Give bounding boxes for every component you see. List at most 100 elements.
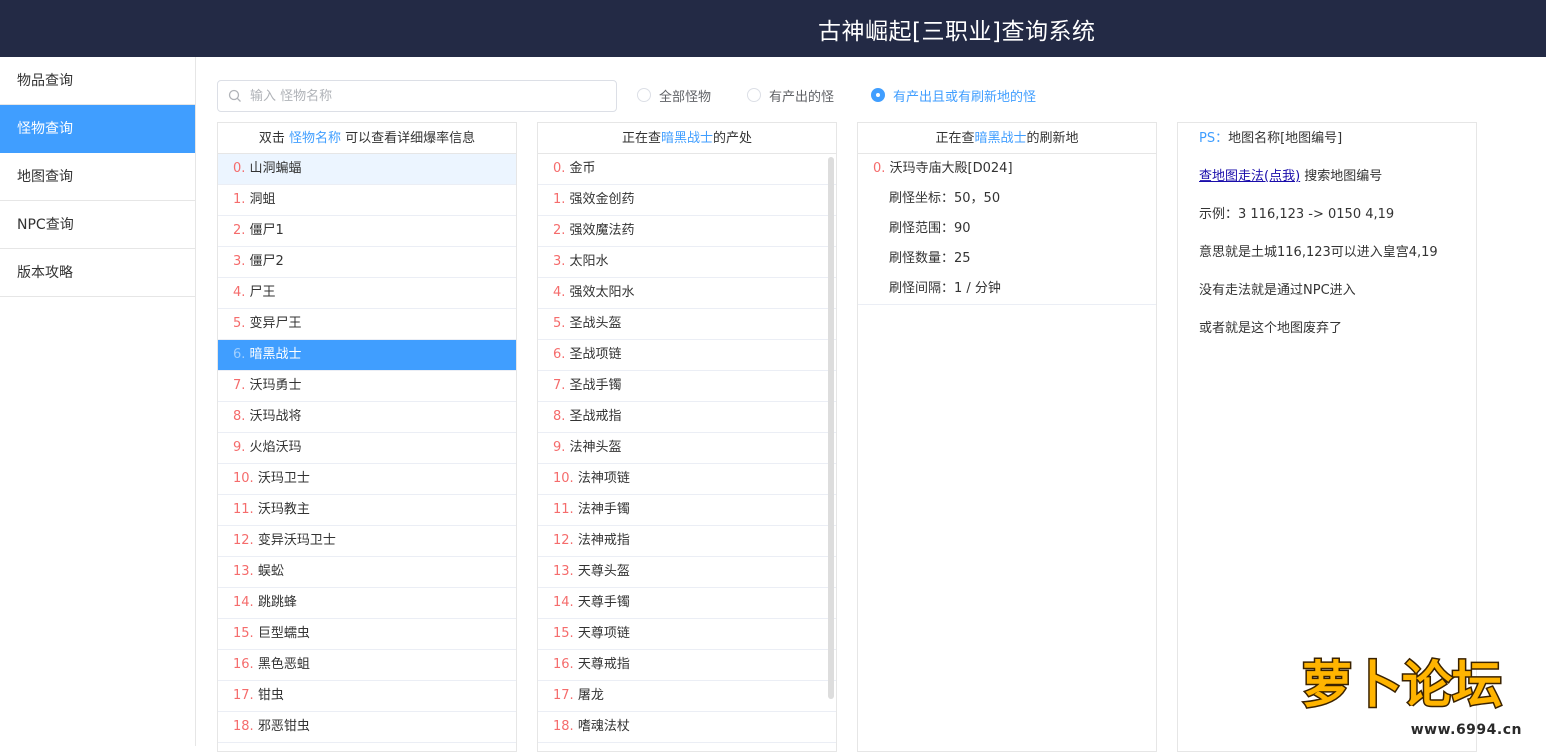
drop-item-row[interactable]: 9. 法神头盔 (538, 433, 836, 464)
row-label: 黑色恶蛆 (258, 657, 310, 672)
drop-item-row[interactable]: 0. 金币 (538, 154, 836, 185)
sidebar-item-items[interactable]: 物品查询 (0, 57, 195, 105)
row-index: 8. (233, 409, 250, 424)
monster-row[interactable]: 3. 僵尸2 (218, 247, 516, 278)
radio-icon (637, 88, 651, 102)
drop-item-row[interactable]: 10. 法神项链 (538, 464, 836, 495)
monster-row[interactable]: 16. 黑色恶蛆 (218, 650, 516, 681)
watermark-logo-icon: 萝卜论坛 (1296, 648, 1528, 718)
monster-row[interactable]: 0. 山洞蝙蝠 (218, 154, 516, 185)
row-label: 蜈蚣 (258, 564, 284, 579)
drop-item-row[interactable]: 11. 法神手镯 (538, 495, 836, 526)
row-label: 变异沃玛卫士 (258, 533, 336, 548)
spawn-entry[interactable]: 0. 沃玛寺庙大殿[D024] 刷怪坐标：50，50 刷怪范围：90 刷怪数量：… (858, 154, 1156, 305)
drop-item-row[interactable]: 13. 天尊头盔 (538, 557, 836, 588)
search-input[interactable] (250, 82, 610, 110)
monster-row[interactable]: 11. 沃玛教主 (218, 495, 516, 526)
header-bar: 古神崛起[三职业]查询系统 (0, 0, 1546, 57)
monster-row[interactable]: 10. 沃玛卫士 (218, 464, 516, 495)
monster-row[interactable]: 2. 僵尸1 (218, 216, 516, 247)
drop-item-row[interactable]: 8. 圣战戒指 (538, 402, 836, 433)
row-index: 4. (233, 285, 250, 300)
row-label: 邪恶钳虫 (258, 719, 310, 734)
row-index: 13. (233, 564, 258, 579)
row-label: 沃玛教主 (258, 502, 310, 517)
drop-item-row[interactable]: 18. 嗜魂法杖 (538, 712, 836, 743)
page-title: 古神崛起[三职业]查询系统 (818, 12, 1095, 46)
row-label: 法神戒指 (578, 533, 630, 548)
drops-scrollbar[interactable] (828, 157, 834, 699)
row-label: 屠龙 (578, 688, 604, 703)
row-index: 18. (553, 719, 578, 734)
row-label: 跳跳蜂 (258, 595, 297, 610)
monster-row[interactable]: 7. 沃玛勇士 (218, 371, 516, 402)
search-icon (228, 89, 242, 103)
monster-row[interactable]: 14. 跳跳蜂 (218, 588, 516, 619)
monster-row[interactable]: 1. 洞蛆 (218, 185, 516, 216)
drop-item-row[interactable]: 5. 圣战头盔 (538, 309, 836, 340)
monster-row[interactable]: 8. 沃玛战将 (218, 402, 516, 433)
row-index: 11. (233, 502, 258, 517)
drop-item-row[interactable]: 3. 太阳水 (538, 247, 836, 278)
drop-item-row[interactable]: 16. 天尊戒指 (538, 650, 836, 681)
filter-with-drops[interactable]: 有产出的怪 (747, 85, 834, 105)
row-label: 洞蛆 (250, 192, 276, 207)
monster-row[interactable]: 5. 变异尸王 (218, 309, 516, 340)
row-label: 巨型蠕虫 (258, 626, 310, 641)
row-index: 1. (233, 192, 250, 207)
row-label: 圣战戒指 (570, 409, 622, 424)
monster-row[interactable]: 13. 蜈蚣 (218, 557, 516, 588)
monster-row[interactable]: 6. 暗黑战士 (218, 340, 516, 371)
monster-row[interactable]: 15. 巨型蠕虫 (218, 619, 516, 650)
monster-row[interactable]: 4. 尸王 (218, 278, 516, 309)
info-meaning: 意思就是土城116,123可以进入皇宫4,19 (1199, 243, 1476, 263)
sidebar-item-npc[interactable]: NPC查询 (0, 201, 195, 249)
info-deprecated-note: 或者就是这个地图废弃了 (1199, 319, 1476, 339)
drop-item-row[interactable]: 6. 圣战项链 (538, 340, 836, 371)
row-index: 10. (233, 471, 258, 486)
sidebar-item-maps[interactable]: 地图查询 (0, 153, 195, 201)
row-index: 16. (553, 657, 578, 672)
info-example: 示例：3 116,123 -> 0150 4,19 (1199, 205, 1476, 225)
row-index: 7. (553, 378, 570, 393)
row-index: 6. (233, 347, 250, 362)
spawn-entry-index: 0. (873, 161, 890, 176)
row-label: 太阳水 (570, 254, 609, 269)
drop-item-row[interactable]: 17. 屠龙 (538, 681, 836, 712)
drop-item-row[interactable]: 15. 天尊项链 (538, 619, 836, 650)
drop-item-row[interactable]: 7. 圣战手镯 (538, 371, 836, 402)
drop-item-row[interactable]: 14. 天尊手镯 (538, 588, 836, 619)
svg-text:萝卜论坛: 萝卜论坛 (1302, 656, 1502, 714)
row-label: 金币 (570, 161, 596, 176)
drop-item-row[interactable]: 4. 强效太阳水 (538, 278, 836, 309)
spawn-coords: 刷怪坐标：50，50 (873, 184, 1156, 214)
spawn-count: 刷怪数量：25 (873, 244, 1156, 274)
info-npc-note: 没有走法就是通过NPC进入 (1199, 281, 1476, 301)
row-index: 18. (233, 719, 258, 734)
monster-row[interactable]: 17. 钳虫 (218, 681, 516, 712)
sidebar-item-monsters[interactable]: 怪物查询 (0, 105, 195, 153)
monster-row[interactable]: 9. 火焰沃玛 (218, 433, 516, 464)
search-box[interactable] (217, 80, 617, 112)
monster-row[interactable]: 12. 变异沃玛卫士 (218, 526, 516, 557)
spawn-header: 正在查暗黑战士的刷新地 (858, 123, 1156, 154)
row-label: 变异尸王 (250, 316, 302, 331)
filter-all-monsters[interactable]: 全部怪物 (637, 85, 711, 105)
drop-item-row[interactable]: 12. 法神戒指 (538, 526, 836, 557)
row-label: 强效金创药 (570, 192, 635, 207)
row-label: 嗜魂法杖 (578, 719, 630, 734)
filter-with-drops-or-spawn[interactable]: 有产出且或有刷新地的怪 (871, 85, 1036, 105)
row-index: 17. (553, 688, 578, 703)
monster-list-panel: 双击 怪物名称 可以查看详细爆率信息 0. 山洞蝙蝠1. 洞蛆2. 僵尸13. … (217, 122, 517, 752)
row-index: 6. (553, 347, 570, 362)
drop-item-row[interactable]: 1. 强效金创药 (538, 185, 836, 216)
row-index: 17. (233, 688, 258, 703)
monster-row[interactable]: 18. 邪恶钳虫 (218, 712, 516, 743)
row-index: 15. (233, 626, 258, 641)
map-route-link[interactable]: 查地图走法(点我) (1199, 169, 1300, 184)
row-label: 强效太阳水 (570, 285, 635, 300)
row-label: 钳虫 (258, 688, 284, 703)
drop-item-row[interactable]: 2. 强效魔法药 (538, 216, 836, 247)
site-watermark: 萝卜论坛 www.6994.cn (1296, 648, 1528, 738)
sidebar-item-guide[interactable]: 版本攻略 (0, 249, 195, 297)
